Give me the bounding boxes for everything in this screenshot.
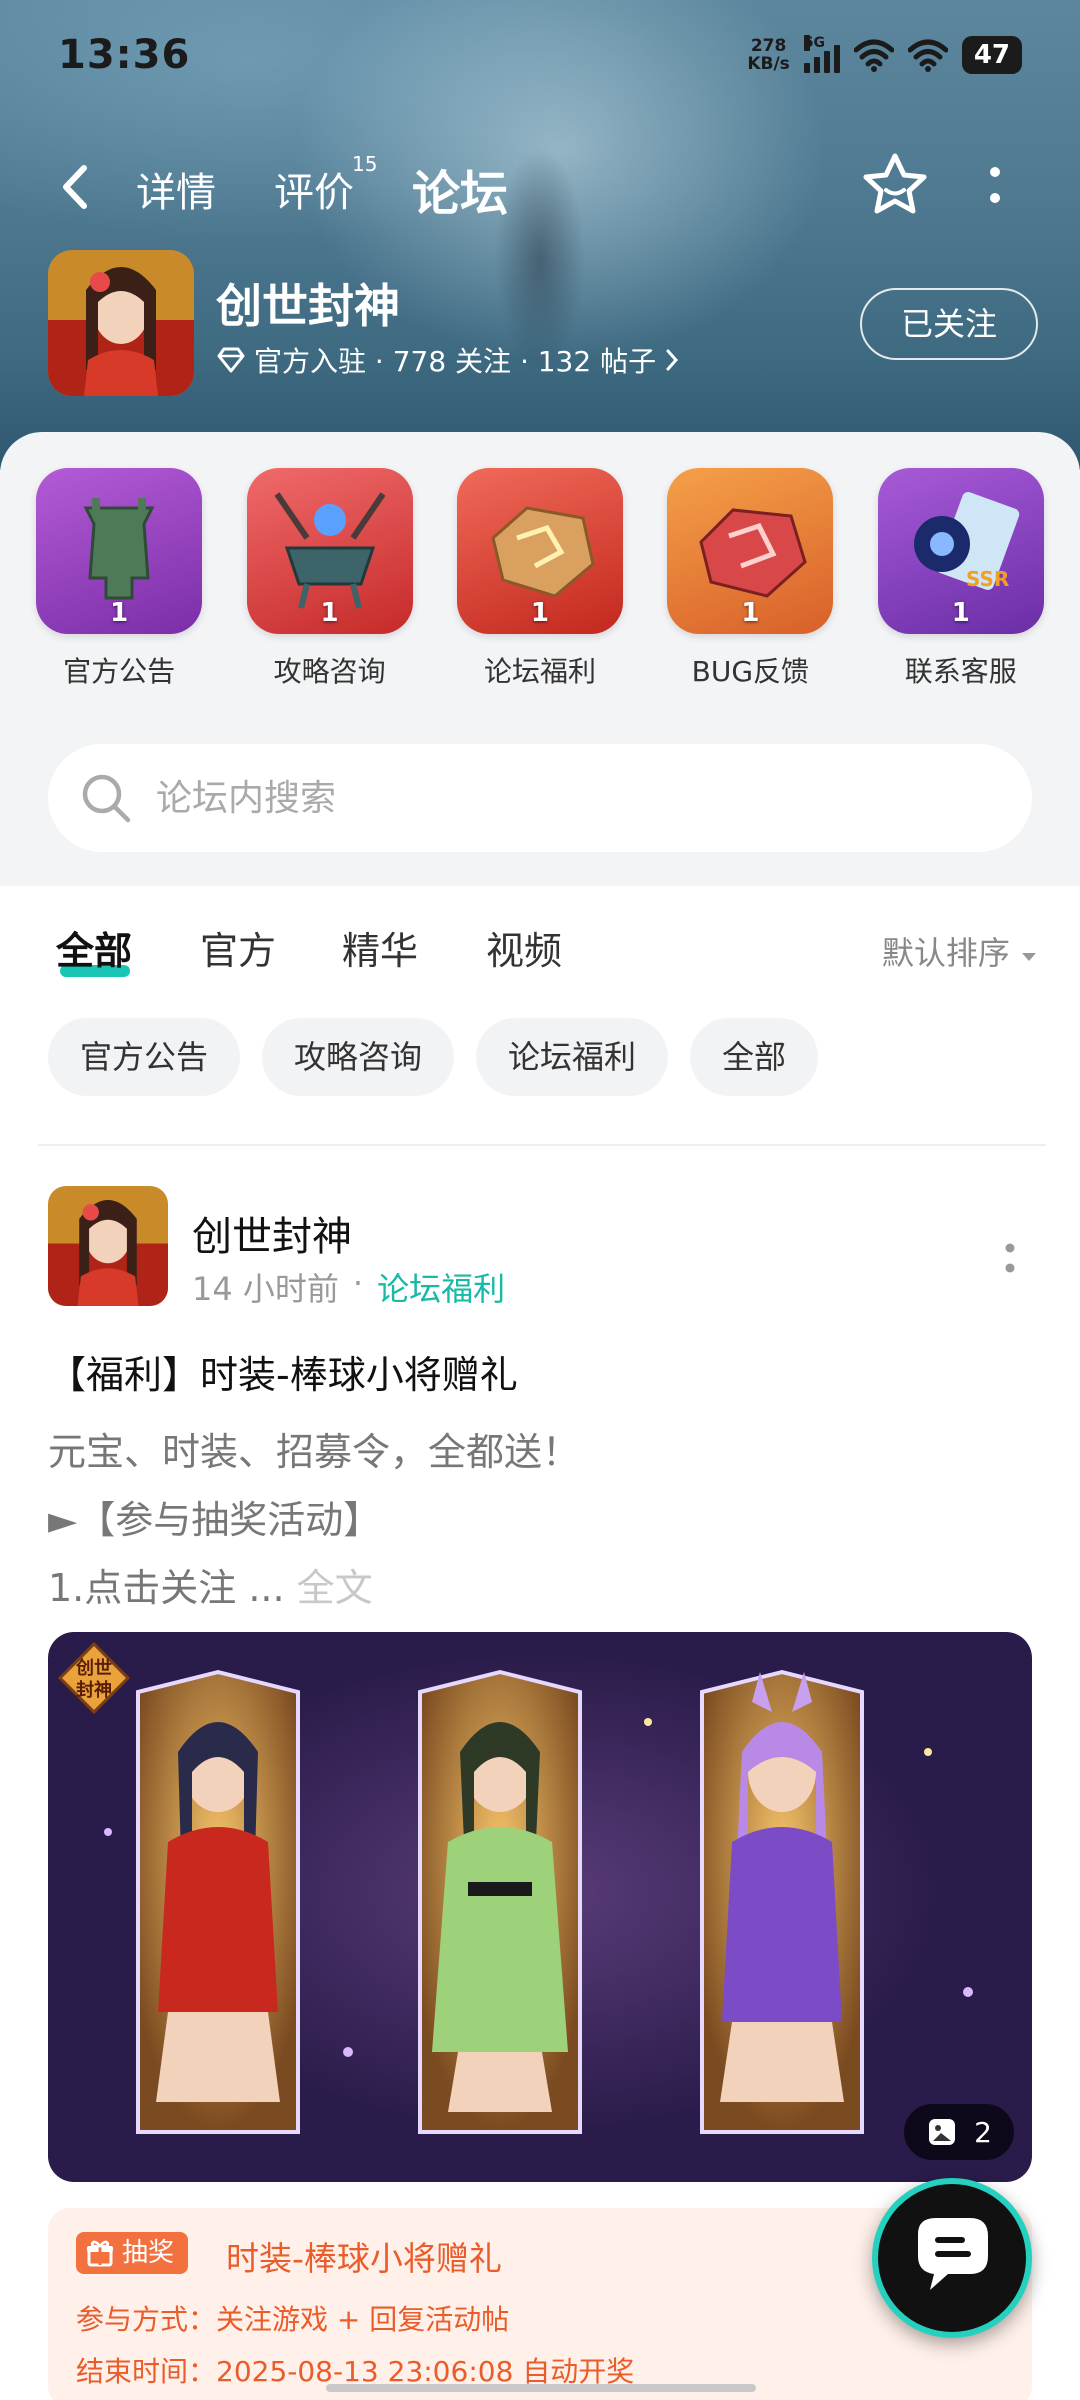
sort-label: 默认排序	[881, 934, 1010, 972]
read-more-link[interactable]: 全文	[297, 1566, 373, 1610]
filter-tab-featured[interactable]: 精华	[342, 920, 418, 975]
post-meta: 14 小时前 · 论坛福利	[192, 1264, 505, 1310]
post-time: 14 小时前	[192, 1270, 339, 1308]
ssr-card-icon: SSR 1	[877, 468, 1044, 634]
forum-shortcuts: 1 官方公告 1 攻略咨询 1 论坛福利 1 BUG反馈 SSR 1 联系客服	[0, 468, 1080, 690]
post-body-truncated: 1.点击关注 ...	[48, 1566, 285, 1610]
forum-search[interactable]	[48, 744, 1032, 852]
shortcut-count: 1	[320, 598, 339, 628]
lottery-method: 参与方式：关注游戏 + 回复活动帖	[76, 2303, 510, 2336]
chevron-right-icon	[666, 349, 679, 371]
chat-fab-button[interactable]	[872, 2178, 1032, 2338]
chip-all[interactable]: 全部	[690, 1018, 819, 1096]
cauldron-icon: 1	[246, 468, 413, 634]
wifi-icon-secondary	[907, 39, 948, 72]
tab-forum-label: 论坛	[412, 166, 509, 222]
game-avatar[interactable]	[48, 250, 194, 396]
follow-button[interactable]: 已关注	[860, 288, 1038, 360]
shortcut-label: 攻略咨询	[273, 655, 386, 688]
chip-official-notice[interactable]: 官方公告	[48, 1018, 241, 1096]
status-time: 13:36	[58, 32, 191, 78]
shortcut-label: 官方公告	[63, 655, 176, 688]
tab-reviews[interactable]: 评价 15	[274, 152, 377, 218]
battery-indicator: 47	[961, 36, 1022, 74]
caret-down-icon	[1022, 953, 1036, 961]
image-count: 2	[974, 2115, 992, 2149]
net-speed-value: 278	[750, 36, 787, 56]
image-count-badge: 2	[904, 2104, 1014, 2160]
bronze-vessel-icon: 1	[36, 468, 203, 634]
lottery-badge: 抽奖	[76, 2232, 189, 2274]
filter-tab-label: 全部	[56, 929, 133, 973]
network-type-label: 5G	[803, 35, 826, 51]
shortcut-count: 1	[530, 598, 550, 628]
game-header: 13:36 278 KB/s 5G 47 详情 评价 15 论坛 创世封神 官方…	[0, 0, 1080, 470]
top-nav: 详情 评价 15 论坛	[0, 140, 1080, 230]
chat-bubble-icon	[918, 2218, 988, 2290]
shortcut-forum-benefits[interactable]: 1 论坛福利	[455, 468, 625, 690]
post-excerpt[interactable]: 元宝、时装、招募令，全都送！ ►【参与抽奖活动】 1.点击关注 ... 全文	[48, 1418, 580, 1622]
wifi-icon	[853, 39, 894, 72]
red-ore-icon: 1	[667, 468, 834, 634]
shortcut-label: 联系客服	[904, 655, 1017, 688]
diamond-icon	[217, 347, 245, 373]
lottery-title: 时装-棒球小将赠礼	[226, 2239, 502, 2278]
shortcut-count: 1	[741, 598, 760, 628]
golden-ore-icon: 1	[456, 468, 623, 634]
search-icon	[82, 774, 131, 823]
review-count-badge: 15	[352, 152, 378, 176]
svg-text:创世: 创世	[75, 1657, 112, 1679]
tab-details[interactable]: 详情	[136, 160, 216, 218]
post-image[interactable]: 创世 封神 2	[48, 1632, 1032, 2182]
back-arrow-icon[interactable]	[56, 162, 96, 212]
search-input[interactable]	[156, 777, 956, 819]
post-category-link[interactable]: 论坛福利	[377, 1264, 505, 1310]
game-stats-text: 官方入驻 · 778 关注 · 132 帖子	[254, 345, 657, 378]
home-indicator[interactable]	[326, 2384, 756, 2392]
chip-strategy[interactable]: 攻略咨询	[262, 1018, 455, 1096]
shortcut-label: BUG反馈	[691, 655, 810, 688]
category-chips: 官方公告 攻略咨询 论坛福利 全部	[48, 1018, 819, 1096]
filter-tab-official[interactable]: 官方	[200, 920, 276, 975]
forum-panel: 1 官方公告 1 攻略咨询 1 论坛福利 1 BUG反馈 SSR 1 联系客服 …	[0, 432, 1080, 886]
post-body-line: 1.点击关注 ... 全文	[48, 1554, 580, 1622]
more-vertical-icon[interactable]	[975, 158, 1015, 218]
game-stats[interactable]: 官方入驻 · 778 关注 · 132 帖子	[216, 340, 680, 380]
tab-forum[interactable]: 论坛	[408, 154, 512, 228]
shortcut-label: 论坛福利	[483, 655, 596, 688]
chip-forum-benefits[interactable]: 论坛福利	[476, 1018, 669, 1096]
post-author-name[interactable]: 创世封神	[192, 1204, 352, 1262]
shortcut-count: 1	[110, 598, 129, 628]
status-bar: 13:36 278 KB/s 5G 47	[0, 0, 1080, 110]
cell-signal-icon: 5G	[803, 35, 840, 73]
shortcut-official-notice[interactable]: 1 官方公告	[34, 468, 204, 690]
post-author-avatar[interactable]	[48, 1186, 168, 1306]
filter-tab-video[interactable]: 视频	[486, 920, 562, 975]
tab-reviews-label: 评价	[274, 170, 354, 216]
shortcut-bug-feedback[interactable]: 1 BUG反馈	[665, 468, 835, 690]
net-speed: 278 KB/s	[747, 37, 789, 73]
post-body-line: ►【参与抽奖活动】	[48, 1498, 382, 1542]
shortcut-customer-service[interactable]: SSR 1 联系客服	[876, 468, 1046, 690]
sort-dropdown[interactable]: 默认排序	[882, 928, 1038, 974]
divider	[38, 1144, 1046, 1146]
gift-icon	[87, 2240, 113, 2267]
post-body-line: 元宝、时装、招募令，全都送！	[48, 1430, 581, 1474]
status-icons: 278 KB/s 5G 47	[747, 35, 1022, 74]
net-speed-unit: KB/s	[747, 54, 790, 74]
shortcut-strategy[interactable]: 1 攻略咨询	[245, 468, 415, 690]
svg-text:封神: 封神	[76, 1679, 112, 1701]
shortcut-count: 1	[951, 598, 970, 628]
game-info: 创世封神 官方入驻 · 778 关注 · 132 帖子 已关注	[48, 250, 1038, 400]
filter-tab-all[interactable]: 全部	[56, 920, 133, 977]
lottery-badge-label: 抽奖	[122, 2238, 175, 2268]
game-name: 创世封神	[216, 279, 400, 333]
svg-text:SSR: SSR	[966, 567, 1009, 591]
image-icon	[929, 2119, 956, 2145]
meta-separator: ·	[352, 1264, 364, 1302]
filter-tabs: 全部 官方 精华 视频 默认排序	[0, 916, 1080, 986]
post-title[interactable]: 【福利】时装-棒球小将赠礼	[48, 1344, 518, 1399]
star-icon[interactable]	[860, 150, 930, 220]
post-more-icon[interactable]	[998, 1230, 1022, 1290]
